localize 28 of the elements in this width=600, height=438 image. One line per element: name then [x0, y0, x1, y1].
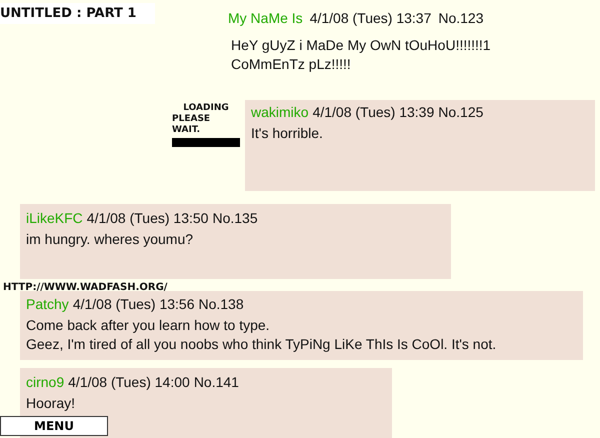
poster-name: Patchy: [26, 296, 69, 312]
post-text: Come back after you learn how to type.: [26, 316, 271, 335]
poster-name: My NaMe Is: [228, 10, 303, 26]
post-text: CoMmEnTz pLz!!!!!: [231, 55, 352, 74]
loading-text: PLEASE WAIT.: [172, 114, 212, 136]
post-text: Hooray!: [26, 394, 76, 413]
post-date: 4/1/08 (Tues) 13:37: [310, 10, 432, 26]
post-date: 4/1/08 (Tues) 14:00: [68, 374, 190, 390]
animation-title: UNTITLED : PART 1: [0, 3, 155, 24]
post-date: 4/1/08 (Tues) 13:50: [86, 210, 208, 226]
post-number[interactable]: No.123: [438, 10, 484, 26]
loading-bar: [172, 138, 240, 147]
menu-button[interactable]: MENU: [0, 416, 108, 436]
url-text: HTTP://WWW.WADFASH.ORG/: [3, 282, 168, 293]
post-text: It's horrible.: [251, 124, 324, 143]
post-number[interactable]: No.141: [194, 374, 239, 390]
poster-name: iLikeKFC: [26, 210, 83, 226]
poster-name: cirno9: [26, 374, 64, 390]
post-date: 4/1/08 (Tues) 13:56: [72, 296, 194, 312]
post-number[interactable]: No.125: [438, 104, 484, 120]
post-text: Geez, I'm tired of all you noobs who think TyPiNg LiKe ThIs Is CoOl. It's not.: [26, 335, 498, 354]
post-date: 4/1/08 (Tues) 13:39: [312, 104, 434, 120]
loading-text: LOADING: [183, 103, 229, 114]
post-text: im hungry. wheres youmu?: [26, 230, 194, 249]
post-number[interactable]: No.138: [198, 296, 244, 312]
poster-name: wakimiko: [251, 104, 309, 120]
post-number[interactable]: No.135: [212, 210, 258, 226]
post-text: HeY gUyZ i MaDe My OwN tOuHoU!!!!!!!1: [231, 36, 491, 55]
